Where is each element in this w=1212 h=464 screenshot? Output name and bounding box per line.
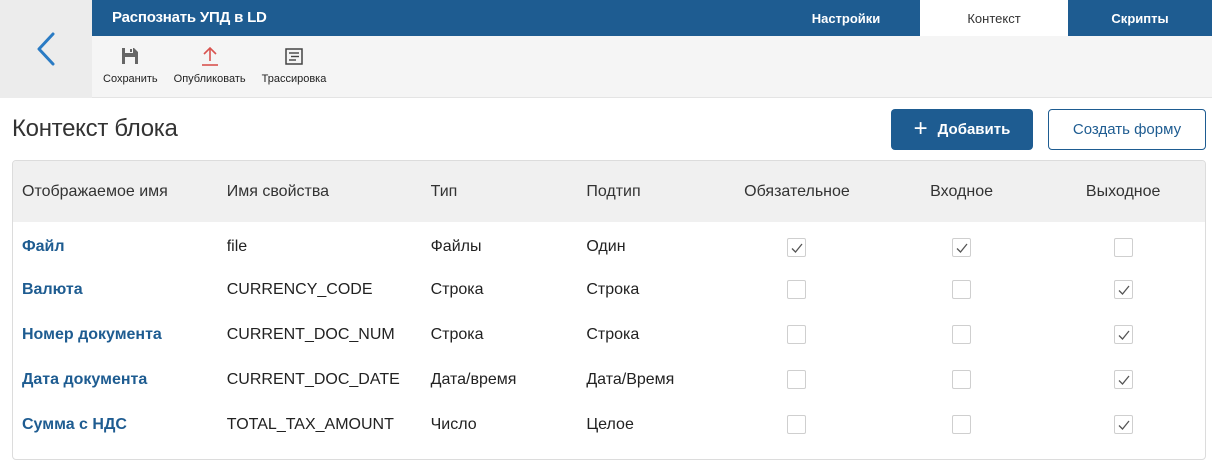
row-display-name-link[interactable]: Номер документа (22, 326, 162, 343)
row-display-name-link[interactable]: Валюта (22, 281, 83, 298)
row-subtype: Один (586, 238, 626, 255)
trace-button[interactable]: Трассировка (257, 36, 332, 97)
table-row[interactable]: Сумма с НДС TOTAL_TAX_AMOUNT Число Целое (13, 402, 1205, 447)
row-type: Строка (430, 325, 484, 343)
row-property-name: file (226, 238, 248, 255)
output-checkbox[interactable] (1113, 237, 1133, 257)
output-checkbox[interactable] (1113, 325, 1133, 344)
row-property-name: CURRENT_DOC_NUM (226, 325, 395, 343)
row-subtype: Целое (586, 415, 634, 433)
column-header-input[interactable]: Входное (882, 161, 1042, 222)
checkmark-icon (792, 243, 803, 253)
floppy-disk-icon (118, 44, 142, 68)
row-type: Дата/время (430, 370, 517, 388)
row-type: Число (430, 415, 477, 433)
checkmark-icon (956, 243, 968, 253)
required-checkbox[interactable] (787, 237, 807, 257)
row-property-name: CURRENCY_CODE (226, 280, 373, 298)
column-header-output[interactable]: Выходное (1041, 161, 1205, 222)
plus-icon: + (913, 114, 928, 142)
create-form-button[interactable]: Создать форму (1048, 109, 1206, 150)
save-label: Сохранить (103, 73, 158, 85)
output-checkbox[interactable] (1113, 370, 1133, 389)
trace-label: Трассировка (261, 73, 327, 85)
tab-context[interactable]: Контекст (920, 0, 1068, 36)
tab-bar: Настройки Контекст Скрипты (772, 0, 1212, 36)
row-subtype: Дата/Время (586, 370, 675, 388)
table-row[interactable]: Валюта CURRENCY_CODE Строка Строка (13, 267, 1205, 312)
chevron-left-icon (37, 32, 55, 66)
required-checkbox[interactable] (787, 280, 807, 299)
tab-scripts[interactable]: Скрипты (1068, 0, 1212, 36)
row-display-name-link[interactable]: Файл (22, 238, 65, 255)
save-button[interactable]: Сохранить (98, 36, 163, 97)
column-header-display-name[interactable]: Отображаемое имя (13, 161, 218, 222)
output-checkbox[interactable] (1113, 280, 1133, 299)
column-header-subtype[interactable]: Подтип (577, 161, 712, 222)
add-button[interactable]: + Добавить (891, 109, 1033, 150)
row-property-name: TOTAL_TAX_AMOUNT (226, 415, 394, 433)
required-checkbox[interactable] (787, 415, 807, 434)
input-checkbox[interactable] (952, 280, 972, 299)
required-checkbox[interactable] (787, 370, 807, 389)
context-table: Отображаемое имя Имя свойства Тип Подтип… (12, 160, 1206, 460)
row-display-name-link[interactable]: Сумма с НДС (22, 416, 127, 433)
input-checkbox[interactable] (952, 370, 972, 389)
row-display-name-link[interactable]: Дата документа (22, 371, 147, 388)
row-subtype: Строка (586, 280, 640, 298)
column-header-property-name[interactable]: Имя свойства (218, 161, 422, 222)
input-checkbox[interactable] (952, 415, 972, 434)
app-title: Распознать УПД в LD (112, 9, 267, 26)
table-row[interactable]: Файл file Файлы Один (13, 222, 1205, 267)
back-button[interactable] (0, 0, 92, 98)
input-checkbox[interactable] (952, 237, 972, 257)
checkmark-icon (1118, 375, 1130, 385)
checkmark-icon (1118, 330, 1130, 340)
toolbar: Сохранить Опубликовать Трассировка (92, 36, 1212, 98)
publish-label: Опубликовать (173, 73, 246, 85)
row-property-name: CURRENT_DOC_DATE (226, 370, 400, 388)
output-checkbox[interactable] (1113, 415, 1133, 434)
column-header-required[interactable]: Обязательное (712, 161, 882, 222)
document-list-icon (282, 44, 306, 68)
table-row[interactable]: Дата документа CURRENT_DOC_DATE Дата/время… (13, 357, 1205, 402)
row-subtype: Строка (586, 325, 640, 343)
tab-settings[interactable]: Настройки (772, 0, 920, 36)
table-row[interactable]: Номер документа CURRENT_DOC_NUM Строка Стро… (13, 312, 1205, 357)
page-title: Контекст блока (12, 115, 178, 142)
upload-arrow-icon (198, 44, 222, 68)
table-header-row: Отображаемое имя Имя свойства Тип Подтип… (13, 161, 1205, 222)
publish-button[interactable]: Опубликовать (169, 36, 251, 97)
row-type: Файлы (430, 238, 482, 255)
column-header-type[interactable]: Тип (422, 161, 578, 222)
row-type: Строка (430, 280, 484, 298)
checkmark-icon (1118, 420, 1130, 430)
add-button-label: Добавить (937, 121, 1011, 138)
top-bar: Распознать УПД в LD Настройки Контекст С… (92, 0, 1212, 36)
required-checkbox[interactable] (787, 325, 807, 344)
input-checkbox[interactable] (952, 325, 972, 344)
checkmark-icon (1118, 285, 1130, 295)
